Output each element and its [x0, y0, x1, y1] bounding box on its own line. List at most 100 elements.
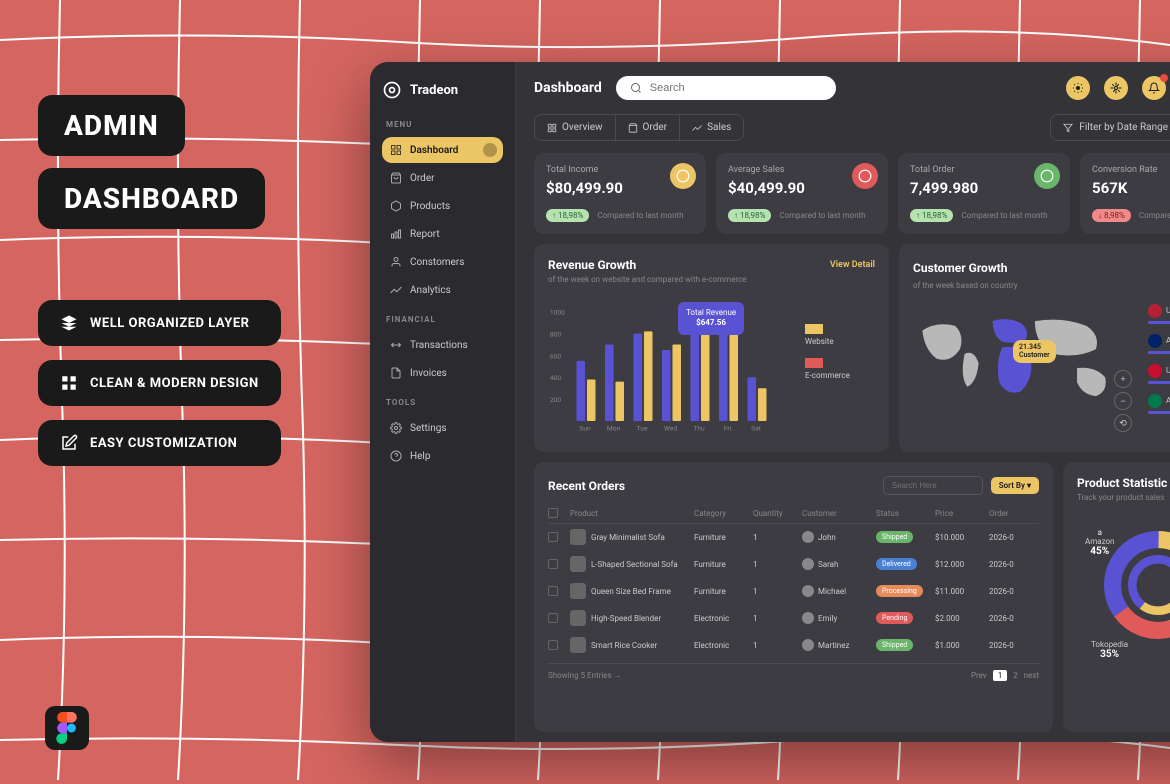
row-checkbox[interactable] [548, 532, 558, 542]
revenue-chart: Total Revenue $647.56 2004006008001000Su… [548, 294, 795, 434]
svg-text:Mon: Mon [607, 425, 621, 433]
feature-label: CLEAN & MODERN DESIGN [90, 376, 259, 391]
pager-page[interactable]: 2 [1013, 671, 1018, 680]
status-badge: Delivered [876, 558, 917, 570]
world-map[interactable]: 21.345 Customer + − ⟲ [913, 298, 1138, 438]
kpi-compare: Compared to last month [597, 211, 683, 220]
column-header: Order [989, 509, 1039, 518]
view-detail-link[interactable]: View Detail [830, 260, 875, 270]
customer-cell: Emily [802, 612, 872, 624]
status-badge: Shipped [876, 639, 913, 651]
brand-logo[interactable]: Tradeon [382, 80, 503, 100]
svg-text:1000: 1000 [550, 309, 565, 317]
revenue-panel: Revenue Growth View Detail of the week o… [534, 244, 889, 452]
help-icon [390, 450, 402, 462]
menu-section-header: MENU [386, 120, 503, 129]
country-list: United StatesAustraliaUnited KingdoAfric… [1148, 298, 1170, 438]
pager-next[interactable]: next [1024, 671, 1039, 680]
chart-icon [390, 228, 402, 240]
qty-cell: 1 [753, 641, 798, 650]
feature-pill: EASY CUSTOMIZATION [38, 420, 281, 466]
product-thumb [570, 556, 586, 572]
search-input[interactable] [650, 82, 822, 94]
filter-date-button[interactable]: Filter by Date Range [1050, 114, 1170, 141]
kpi-card: Conversion Rate 567K ↓ 8,98% Compared to… [1080, 153, 1170, 234]
pagination: Prev 1 2 next [971, 670, 1039, 681]
orders-search-input[interactable] [883, 476, 983, 495]
chart-tooltip: Total Revenue $647.56 [678, 302, 744, 335]
menu-item-label: Constomers [410, 257, 464, 268]
receipt-icon [1034, 163, 1060, 189]
sidebar-item-products[interactable]: Products [382, 193, 503, 219]
qty-cell: 1 [753, 614, 798, 623]
menu-item-label: Settings [410, 423, 447, 434]
row-checkbox[interactable] [548, 586, 558, 596]
date-cell: 2026-0 [989, 560, 1039, 569]
column-header: Price [935, 509, 985, 518]
gear-icon [1110, 82, 1122, 94]
sidebar-item-order[interactable]: Order [382, 165, 503, 191]
menu-item-label: Help [410, 451, 430, 462]
menu-item-label: Dashboard [410, 145, 458, 156]
svg-text:Wed: Wed [664, 425, 677, 433]
settings-button[interactable] [1104, 76, 1128, 100]
flag-icon [1148, 334, 1162, 348]
pager-page[interactable]: 1 [993, 670, 1008, 681]
sort-button[interactable]: Sort By ▾ [991, 477, 1039, 494]
menu-item-label: Order [410, 173, 435, 184]
product-stat-panel: Product Statistic Track your product sal… [1063, 462, 1170, 732]
pager-prev[interactable]: Prev [971, 671, 987, 680]
svg-text:Fri: Fri [724, 425, 732, 433]
product-thumb [570, 529, 586, 545]
tab-order[interactable]: Order [616, 115, 681, 140]
zoom-out-button[interactable]: − [1114, 392, 1132, 410]
sidebar-item-analytics[interactable]: Analytics [382, 277, 503, 303]
donut-chart: a Amazon 45% Tokopedia 35% [1077, 510, 1170, 660]
product-cell: High-Speed Blender [570, 610, 690, 626]
kpi-compare: Compared to last month [961, 211, 1047, 220]
sidebar-item-settings[interactable]: Settings [382, 415, 503, 441]
checkbox-all[interactable] [548, 508, 558, 518]
map-reset-button[interactable]: ⟲ [1114, 414, 1132, 432]
panel-subtitle: Track your product sales [1077, 493, 1170, 502]
search-box[interactable] [616, 76, 836, 100]
sun-icon [1072, 82, 1084, 94]
tab-group: Overview Order Sales [534, 114, 744, 141]
flag-icon [1148, 364, 1162, 378]
notifications-button[interactable] [1142, 76, 1166, 100]
panel-heading: Customer Growth [913, 261, 1007, 275]
edit-icon [60, 434, 78, 452]
tab-sales[interactable]: Sales [680, 115, 743, 140]
row-checkbox[interactable] [548, 559, 558, 569]
user-icon [390, 256, 402, 268]
flag-icon [1148, 304, 1162, 318]
customer-avatar [802, 639, 814, 651]
theme-toggle[interactable] [1066, 76, 1090, 100]
sub-toolbar: Overview Order Sales Filter by Date Rang… [516, 114, 1170, 153]
sidebar-item-help[interactable]: Help [382, 443, 503, 469]
tab-overview[interactable]: Overview [535, 115, 616, 140]
sidebar-item-constomers[interactable]: Constomers [382, 249, 503, 275]
sidebar-item-transactions[interactable]: Transactions [382, 332, 503, 358]
table-row: Queen Size Bed Frame Furniture 1 Michael… [548, 578, 1039, 605]
customer-avatar [802, 531, 814, 543]
swap-icon [390, 339, 402, 351]
kpi-card: Total Income $80,499.90 ↑ 18,98% Compare… [534, 153, 706, 234]
customer-cell: Michael [802, 585, 872, 597]
logo-icon [382, 80, 402, 100]
row-checkbox[interactable] [548, 613, 558, 623]
search-icon [630, 82, 642, 94]
sidebar-item-invoices[interactable]: Invoices [382, 360, 503, 386]
sidebar-item-dashboard[interactable]: Dashboard [382, 137, 503, 163]
date-cell: 2026-0 [989, 614, 1039, 623]
grid-icon [547, 123, 557, 133]
kpi-card: Total Order 7,499.980 ↑ 18,98% Compared … [898, 153, 1070, 234]
panel-heading: Revenue Growth [548, 258, 636, 272]
zoom-in-button[interactable]: + [1114, 370, 1132, 388]
donut-label: a Amazon 45% [1085, 528, 1114, 557]
kpi-compare: Compared to la [1139, 211, 1170, 220]
row-checkbox[interactable] [548, 640, 558, 650]
country-item: United Kingdo [1148, 364, 1170, 384]
sidebar-item-report[interactable]: Report [382, 221, 503, 247]
panel-subtitle: of the week on website and compared with… [548, 275, 875, 284]
